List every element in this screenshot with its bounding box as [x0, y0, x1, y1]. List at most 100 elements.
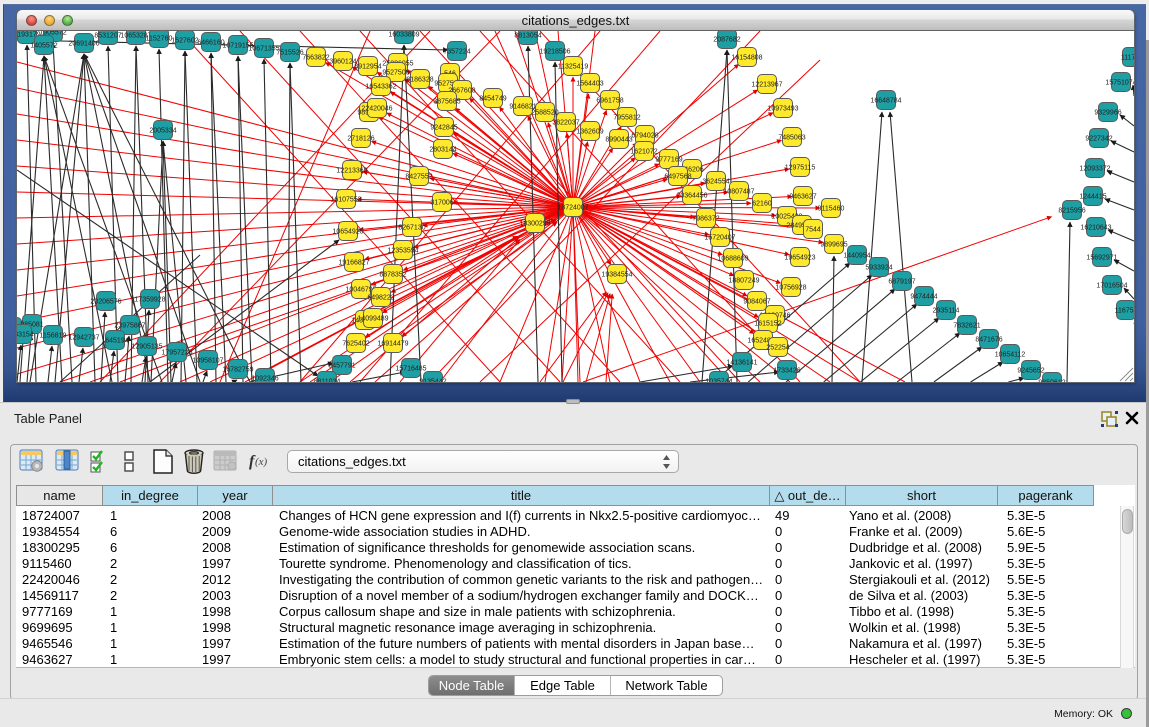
svg-text:1035744: 1035744	[705, 379, 732, 383]
svg-text:16033809: 16033809	[388, 32, 419, 39]
svg-text:12942737: 12942737	[68, 335, 99, 342]
svg-text:3960124: 3960124	[329, 59, 356, 66]
svg-text:2935114: 2935114	[933, 308, 960, 315]
svg-text:6466160: 6466160	[197, 40, 224, 47]
svg-text:16543362: 16543362	[365, 84, 396, 91]
svg-text:16648784: 16648784	[870, 98, 901, 105]
svg-text:12213369: 12213369	[336, 168, 367, 175]
svg-text:9850612: 9850612	[1038, 380, 1065, 383]
svg-text:1440954: 1440954	[843, 253, 870, 260]
svg-text:7625402: 7625402	[342, 341, 369, 348]
svg-text:9084067: 9084067	[743, 299, 770, 306]
svg-text:8811034: 8811034	[314, 379, 341, 383]
svg-text:7663822: 7663822	[302, 55, 329, 62]
svg-text:1152760: 1152760	[146, 36, 173, 43]
svg-text:8267130: 8267130	[398, 225, 425, 232]
svg-text:7357224: 7357224	[443, 49, 470, 56]
svg-text:1092346: 1092346	[251, 376, 278, 383]
svg-text:9242845: 9242845	[430, 125, 457, 132]
svg-text:18724007: 18724007	[557, 205, 588, 212]
svg-text:12905135: 12905135	[131, 344, 162, 351]
svg-text:2087682: 2087682	[713, 37, 740, 44]
svg-text:23975867: 23975867	[114, 323, 145, 330]
svg-text:12213967: 12213967	[751, 82, 782, 89]
svg-text:62160: 62160	[752, 201, 772, 208]
svg-text:16782759: 16782759	[222, 367, 253, 374]
svg-text:1615152: 1615152	[754, 321, 781, 328]
svg-text:1621072: 1621072	[630, 149, 657, 156]
svg-text:1527602: 1527602	[171, 38, 198, 45]
svg-text:8531207: 8531207	[94, 33, 121, 40]
svg-text:10654112: 10654112	[995, 352, 1026, 359]
svg-text:8912954: 8912954	[354, 64, 381, 71]
svg-text:8878352: 8878352	[379, 272, 406, 279]
svg-text:17957225: 17957225	[161, 350, 192, 357]
svg-text:7485063: 7485063	[778, 135, 805, 142]
svg-text:8990443: 8990443	[605, 137, 632, 144]
svg-text:10654925: 10654925	[332, 229, 363, 236]
svg-text:15751074: 15751074	[1105, 80, 1134, 87]
svg-text:10973493: 10973493	[767, 106, 798, 113]
svg-text:7515526: 7515526	[276, 50, 303, 57]
svg-text:12093372: 12093372	[1079, 166, 1110, 173]
svg-text:8186328: 8186328	[406, 77, 433, 84]
svg-text:10807487: 10807487	[723, 189, 754, 196]
svg-text:6497568: 6497568	[664, 174, 691, 181]
svg-text:7544: 7544	[805, 227, 821, 234]
svg-text:2718126: 2718126	[347, 136, 374, 143]
svg-text:18807249: 18807249	[728, 278, 759, 285]
svg-text:8427552: 8427552	[405, 174, 432, 181]
svg-text:19654923: 19654923	[784, 255, 815, 262]
svg-text:1244415: 1244415	[1079, 194, 1106, 201]
svg-text:9135442: 9135442	[419, 379, 446, 383]
svg-text:7955812: 7955812	[613, 115, 640, 122]
svg-text:19384554: 19384554	[601, 272, 632, 279]
svg-text:14136141: 14136141	[726, 360, 757, 367]
svg-text:2803144: 2803144	[429, 147, 456, 154]
svg-text:10671355: 10671355	[248, 46, 279, 53]
svg-text:9527506: 9527506	[382, 70, 409, 77]
svg-text:14099489: 14099489	[357, 316, 388, 323]
svg-text:10688609: 10688609	[717, 256, 748, 263]
svg-text:2588520: 2588520	[531, 110, 558, 117]
svg-text:6879197: 6879197	[888, 279, 915, 286]
svg-text:9227342: 9227342	[1085, 136, 1112, 143]
svg-text:15716485: 15716485	[395, 366, 426, 373]
svg-text:15720407: 15720407	[704, 235, 735, 242]
svg-text:17359928: 17359928	[134, 297, 165, 304]
svg-text:8215956: 8215956	[1058, 208, 1085, 215]
svg-text:20206576: 20206576	[90, 299, 121, 306]
svg-text:317006: 317006	[430, 200, 453, 207]
svg-text:18300295: 18300295	[519, 221, 550, 228]
svg-text:20691406: 20691406	[68, 41, 99, 48]
svg-text:10958107: 10958107	[192, 358, 223, 365]
svg-text:8471676: 8471676	[975, 337, 1002, 344]
svg-text:111724: 111724	[1121, 55, 1134, 62]
svg-text:9115460: 9115460	[818, 206, 845, 213]
svg-text:7986372: 7986372	[692, 216, 719, 223]
svg-text:8813054: 8813054	[514, 33, 541, 40]
svg-text:5933924: 5933924	[865, 265, 892, 272]
svg-text:12353594: 12353594	[387, 248, 418, 255]
svg-text:16914479: 16914479	[377, 341, 408, 348]
svg-text:6794028: 6794028	[631, 133, 658, 140]
svg-text:3875685: 3875685	[433, 99, 460, 106]
svg-text:1156819: 1156819	[40, 333, 67, 340]
svg-text:17016504: 17016504	[1096, 283, 1127, 290]
svg-text:1733426: 1733426	[773, 368, 800, 375]
svg-text:22420046: 22420046	[361, 106, 392, 113]
svg-text:1645194: 1645194	[101, 338, 128, 345]
svg-text:16210643: 16210643	[1080, 225, 1111, 232]
svg-text:20364456: 20364456	[676, 193, 707, 200]
svg-text:9329966: 9329966	[1094, 110, 1121, 117]
svg-text:9474444: 9474444	[910, 294, 937, 301]
svg-text:9899695: 9899695	[820, 242, 847, 249]
svg-text:15692971: 15692971	[1086, 255, 1117, 262]
svg-text:2005334: 2005334	[149, 128, 176, 135]
svg-text:19218506: 19218506	[539, 49, 570, 56]
svg-text:6498222: 6498222	[367, 295, 394, 302]
svg-text:12975115: 12975115	[785, 165, 816, 172]
svg-text:9777169: 9777169	[655, 157, 682, 164]
svg-text:9463627: 9463627	[789, 194, 816, 201]
svg-text:3624554: 3624554	[702, 179, 729, 186]
